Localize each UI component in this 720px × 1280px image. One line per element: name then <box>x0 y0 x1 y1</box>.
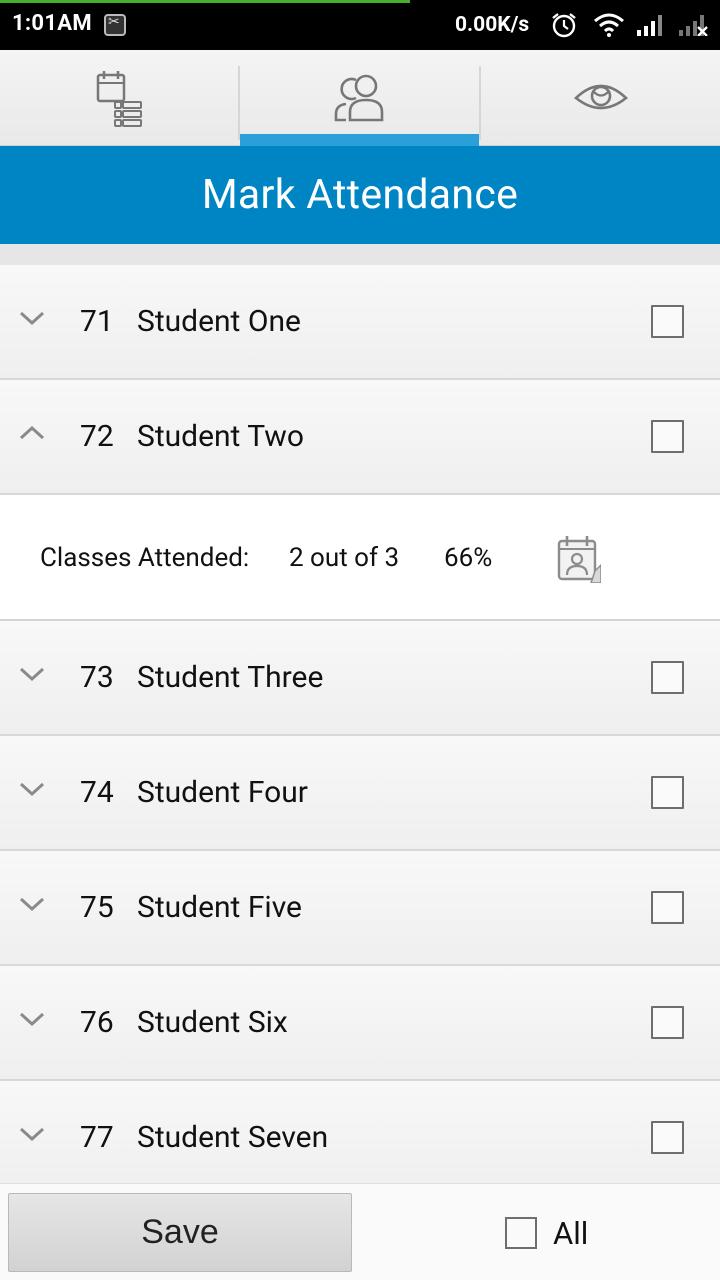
student-row[interactable]: 71 Student One <box>0 265 720 380</box>
student-row[interactable]: 76 Student Six <box>0 966 720 1081</box>
calendar-list-icon <box>96 71 142 127</box>
chevron-down-icon[interactable] <box>18 1125 46 1143</box>
page-title: Mark Attendance <box>201 171 519 219</box>
attendance-checkbox[interactable] <box>651 1121 684 1154</box>
classes-attended-label: Classes Attended: <box>40 543 250 573</box>
eye-icon <box>573 84 628 110</box>
bottom-action-bar: Save All <box>0 1183 720 1280</box>
status-bar: 1:01AM 0.00K/s <box>0 0 720 50</box>
chevron-up-icon[interactable] <box>18 424 46 442</box>
status-progress-line <box>0 0 410 3</box>
attendance-checkbox[interactable] <box>651 1006 684 1039</box>
chevron-down-icon[interactable] <box>18 895 46 913</box>
student-roll-number: 77 <box>80 1120 114 1155</box>
page-header: Mark Attendance <box>0 146 720 244</box>
wifi-icon <box>594 13 624 37</box>
attendance-percent: 66% <box>444 543 493 573</box>
student-detail-panel: Classes Attended: 2 out of 3 66% <box>0 495 720 621</box>
student-name: Student Three <box>137 660 324 695</box>
student-list: 71 Student One 72 Student Two Classes At… <box>0 265 720 1183</box>
student-name: Student Six <box>137 1005 288 1040</box>
signal-off-icon <box>679 15 708 36</box>
people-icon <box>334 74 383 122</box>
save-button[interactable]: Save <box>8 1193 352 1272</box>
chevron-down-icon[interactable] <box>18 1010 46 1028</box>
chevron-down-icon[interactable] <box>18 665 46 683</box>
student-roll-number: 73 <box>80 660 114 695</box>
alarm-icon <box>552 13 576 38</box>
attendance-checkbox[interactable] <box>651 661 684 694</box>
attendance-checkbox[interactable] <box>651 891 684 924</box>
tab-students[interactable] <box>240 50 479 146</box>
student-row[interactable]: 75 Student Five <box>0 851 720 966</box>
attendance-checkbox[interactable] <box>651 305 684 338</box>
classes-attended-count: 2 out of 3 <box>289 543 400 573</box>
student-row[interactable]: 72 Student Two <box>0 380 720 495</box>
student-roll-number: 75 <box>80 890 114 925</box>
student-name: Student Four <box>137 775 308 810</box>
chevron-down-icon[interactable] <box>18 780 46 798</box>
chevron-down-icon[interactable] <box>18 309 46 327</box>
student-row[interactable]: 73 Student Three <box>0 621 720 736</box>
attendance-checkbox[interactable] <box>651 420 684 453</box>
status-time: 1:01AM <box>12 11 92 36</box>
network-speed: 0.00K/s <box>455 13 530 37</box>
signal-icon <box>637 15 662 36</box>
tab-view[interactable] <box>481 50 720 146</box>
select-all-checkbox[interactable] <box>505 1217 537 1249</box>
student-name: Student Seven <box>137 1120 329 1155</box>
tab-selected-indicator <box>240 134 479 146</box>
student-name: Student Five <box>137 890 302 925</box>
student-row[interactable]: 74 Student Four <box>0 736 720 851</box>
select-all-label[interactable]: All <box>553 1215 588 1252</box>
student-roll-number: 74 <box>80 775 114 810</box>
notification-icon <box>104 14 126 36</box>
tab-bar <box>0 50 720 146</box>
list-top-spacer <box>0 244 720 265</box>
attendance-checkbox[interactable] <box>651 776 684 809</box>
student-roll-number: 71 <box>80 304 114 339</box>
student-name: Student One <box>137 304 301 339</box>
student-name: Student Two <box>137 419 304 454</box>
student-roll-number: 72 <box>80 419 114 454</box>
student-roll-number: 76 <box>80 1005 114 1040</box>
attendance-calendar-icon[interactable] <box>555 535 601 583</box>
tab-schedule-list[interactable] <box>0 50 239 146</box>
student-row[interactable]: 77 Student Seven <box>0 1081 720 1183</box>
